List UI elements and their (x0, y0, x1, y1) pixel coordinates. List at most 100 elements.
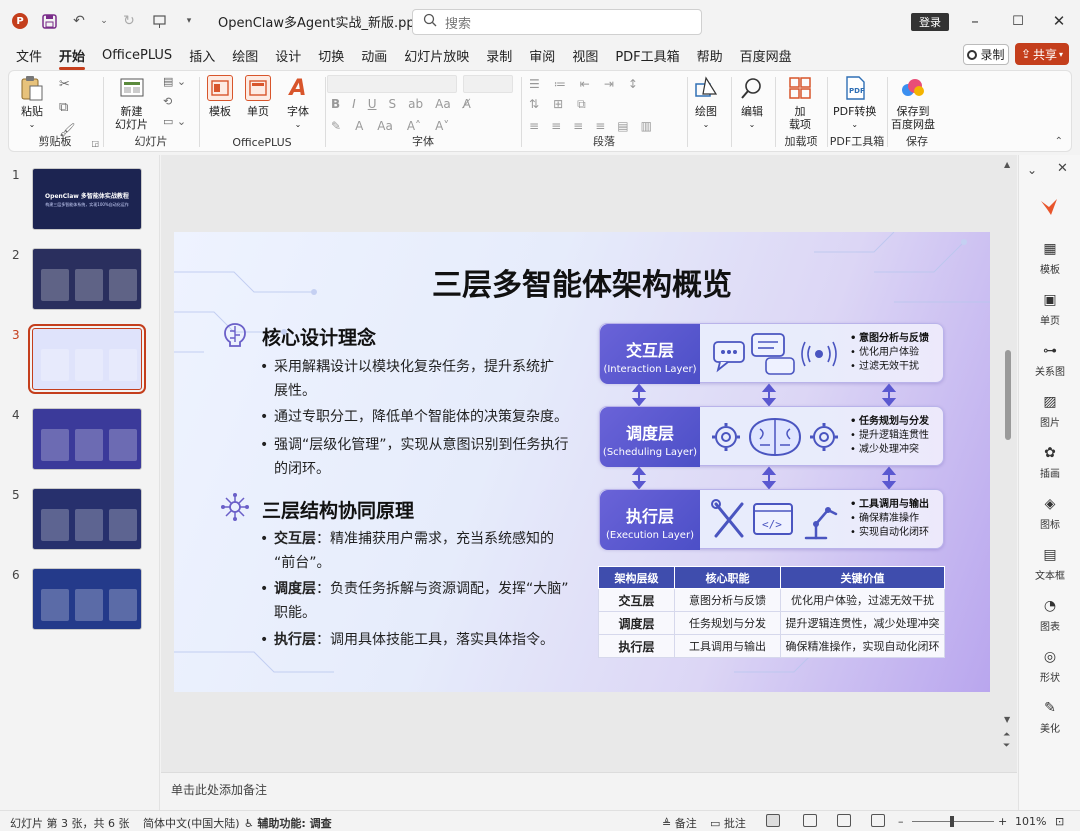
tab-12[interactable]: PDF工具箱 (615, 46, 679, 65)
draw-button[interactable]: 绘图 ⌄ (693, 75, 719, 131)
edit-button[interactable]: 编辑 ⌄ (739, 75, 765, 131)
bold-icon[interactable]: B (331, 97, 340, 111)
tab-10[interactable]: 审阅 (529, 46, 555, 65)
maximize-button[interactable]: ☐ (1003, 10, 1033, 32)
pane-item-4[interactable]: ✿ 插画 (1019, 444, 1080, 480)
minimize-button[interactable]: – (960, 10, 990, 32)
slide-thumbnail[interactable] (32, 488, 142, 550)
chevron-down-icon[interactable]: ⌄ (1027, 163, 1037, 177)
zoom-level[interactable]: 101% (1015, 815, 1046, 828)
tab-13[interactable]: 帮助 (697, 46, 723, 65)
slide-thumbnail[interactable]: OpenClaw 多智能体实战教程 构建三层多智能体系统，实现100%自动化运作 (32, 168, 142, 230)
record-button[interactable]: 录制 (963, 44, 1009, 65)
pane-item-3[interactable]: ▨ 图片 (1019, 393, 1080, 429)
tab-8[interactable]: 幻灯片放映 (404, 46, 469, 65)
tab-3[interactable]: 插入 (189, 46, 215, 65)
align-text-icon[interactable]: ⊞ (553, 97, 563, 112)
tab-6[interactable]: 切换 (318, 46, 344, 65)
pane-item-2[interactable]: ⊶ 关系图 (1019, 342, 1080, 378)
font-name-field[interactable] (327, 75, 457, 93)
font-color-icon[interactable]: A (355, 119, 363, 133)
fit-to-window-icon[interactable]: ⊡ (1055, 815, 1064, 828)
single-page-button[interactable]: 单页 (245, 75, 271, 118)
close-pane-icon[interactable]: ✕ (1057, 161, 1068, 176)
slide-thumbnail[interactable] (32, 568, 142, 630)
layout-icon[interactable]: ▤ ⌄ (163, 75, 186, 88)
pane-item-1[interactable]: ▣ 单页 (1019, 291, 1080, 327)
customize-toolbar-icon[interactable]: ▾ (180, 12, 198, 30)
accessibility-button[interactable]: ♿︎ 辅助功能: 调查 (244, 815, 332, 831)
indent-decrease-icon[interactable]: ⇤ (580, 77, 590, 91)
pane-item-5[interactable]: ◈ 图标 (1019, 495, 1080, 531)
slide-thumbnail[interactable] (32, 408, 142, 470)
font-size-field[interactable] (463, 75, 513, 93)
scroll-up-icon[interactable]: ▲ (1004, 160, 1010, 169)
zoom-out-icon[interactable]: – (898, 815, 904, 828)
smartart-icon[interactable]: ⧉ (577, 97, 586, 112)
pdf-convert-button[interactable]: PDF PDF转换 ⌄ (833, 75, 876, 131)
tab-0[interactable]: 文件 (16, 46, 42, 65)
slide-thumbnail[interactable] (32, 248, 142, 310)
vertical-scrollbar[interactable]: ▲ ▼ ⏶ ⏷ (1003, 160, 1013, 760)
tab-9[interactable]: 录制 (486, 46, 512, 65)
bullets-icon[interactable]: ☰ (529, 77, 540, 91)
reading-view-icon[interactable] (837, 814, 851, 827)
scrollbar-thumb[interactable] (1005, 350, 1011, 440)
paste-button[interactable]: 粘贴 ⌄ (19, 75, 45, 131)
numbering-icon[interactable]: ≔ (554, 77, 566, 91)
align-left-icon[interactable]: ≡ (529, 119, 539, 133)
distributed-icon[interactable]: ▤ (617, 119, 628, 133)
chevron-down-icon[interactable]: ⌄ (100, 12, 108, 30)
text-direction-icon[interactable]: ⇅ (529, 97, 539, 112)
language-indicator[interactable]: 简体中文(中国大陆) (143, 815, 240, 831)
prev-slide-icon[interactable]: ⏶ ⏷ (1003, 730, 1010, 752)
pane-item-8[interactable]: ◎ 形状 (1019, 648, 1080, 684)
clear-format-icon[interactable]: A̸ (463, 97, 471, 111)
slideshow-icon[interactable] (871, 814, 885, 827)
italic-icon[interactable]: I (352, 97, 356, 111)
reset-icon[interactable]: ⟲ (163, 95, 186, 108)
login-button[interactable]: 登录 (911, 13, 949, 31)
justify-icon[interactable]: ≡ (595, 119, 605, 133)
zoom-in-icon[interactable]: + (998, 815, 1007, 828)
pane-item-9[interactable]: ✎ 美化 (1019, 699, 1080, 735)
pane-item-7[interactable]: ◔ 图表 (1019, 597, 1080, 633)
normal-view-icon[interactable] (766, 814, 780, 827)
save-to-baidu-button[interactable]: 保存到 百度网盘 (891, 75, 935, 131)
tab-14[interactable]: 百度网盘 (740, 46, 792, 65)
columns-icon[interactable]: ▥ (641, 119, 652, 133)
pane-item-0[interactable]: ▦ 模板 (1019, 240, 1080, 276)
search-input[interactable]: 搜索 (412, 9, 702, 35)
save-icon[interactable] (40, 12, 58, 30)
indent-increase-icon[interactable]: ⇥ (604, 77, 614, 91)
zoom-slider-thumb[interactable] (950, 816, 954, 827)
strikethrough-icon[interactable]: S (389, 97, 397, 111)
line-spacing-icon[interactable]: ↕ (628, 77, 638, 91)
notes-button[interactable]: ≜ 备注 (662, 815, 697, 831)
case-icon[interactable]: Aa (435, 97, 451, 111)
cut-icon[interactable]: ✂ (59, 77, 76, 92)
grow-font-icon[interactable]: A˄ (407, 119, 421, 133)
collapse-ribbon-icon[interactable]: ⌃ (1055, 136, 1063, 147)
tab-1[interactable]: 开始 (59, 46, 86, 70)
dialog-launcher-icon[interactable]: ◲ (91, 139, 99, 148)
tab-11[interactable]: 视图 (572, 46, 598, 65)
char-spacing-icon[interactable]: ab (408, 97, 423, 111)
font-case-icon[interactable]: Aa (377, 119, 393, 133)
share-button[interactable]: ⇪ 共享 ▾ (1015, 43, 1069, 65)
tab-2[interactable]: OfficePLUS (102, 48, 172, 63)
slide-thumbnail[interactable] (28, 324, 146, 394)
close-button[interactable]: ✕ (1044, 10, 1074, 32)
align-right-icon[interactable]: ≡ (573, 119, 583, 133)
scroll-down-icon[interactable]: ▼ (1004, 715, 1010, 724)
new-slide-button[interactable]: 新建 幻灯片 (115, 75, 148, 131)
font-button[interactable]: A 字体 ⌄ (285, 75, 311, 131)
tab-4[interactable]: 绘图 (232, 46, 258, 65)
comments-button[interactable]: ▭ 批注 (710, 815, 746, 831)
current-slide[interactable]: 三层多智能体架构概览 核心设计理念 采用解耦设计以模块化复杂任务，提升系统扩 展… (174, 232, 990, 692)
undo-icon[interactable]: ↶ (70, 12, 88, 30)
highlight-icon[interactable]: ✎ (331, 119, 341, 133)
section-icon[interactable]: ▭ ⌄ (163, 115, 186, 128)
slide-sorter-icon[interactable] (803, 814, 817, 827)
underline-icon[interactable]: U (368, 97, 377, 111)
